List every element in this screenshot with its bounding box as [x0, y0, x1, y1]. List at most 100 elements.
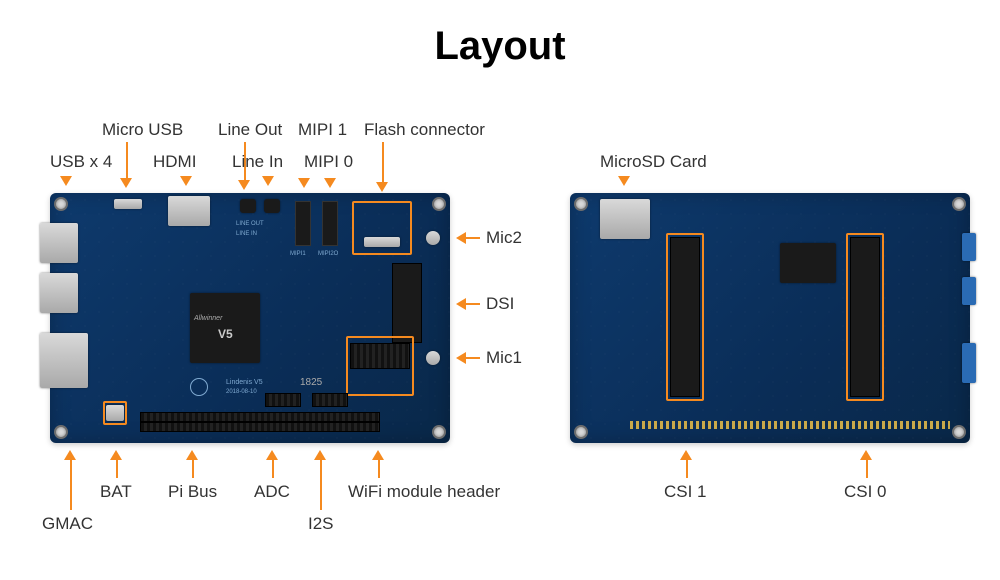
label-line-in: Line In — [232, 152, 283, 172]
mipi0-slot — [322, 201, 338, 246]
page-title: Layout — [0, 24, 1000, 69]
leader — [320, 460, 322, 510]
label-hdmi: HDMI — [153, 152, 196, 172]
label-mipi1: MIPI 1 — [298, 120, 347, 140]
label-line-out: Line Out — [218, 120, 282, 140]
micro-usb-port — [114, 199, 142, 209]
audio-jack-lineout — [240, 199, 256, 213]
label-gmac: GMAC — [42, 514, 93, 534]
leader — [378, 460, 380, 478]
label-micro-usb: Micro USB — [102, 120, 183, 140]
arrow-icon — [120, 178, 132, 188]
gpio-solder-row — [630, 421, 950, 429]
arrow-icon — [456, 352, 466, 364]
dsi-connector — [392, 263, 422, 343]
leader — [272, 460, 274, 478]
mount-hole — [432, 425, 446, 439]
arrow-icon — [60, 176, 72, 186]
csi0-outline — [846, 233, 884, 401]
label-dsi: DSI — [486, 294, 514, 314]
arrow-icon — [298, 178, 310, 188]
leader — [116, 460, 118, 478]
pi-bus-gpio — [140, 412, 380, 422]
arrow-icon — [238, 180, 250, 190]
soc-brand: Allwinner — [194, 315, 222, 322]
silk-linein: LINE IN — [236, 231, 257, 237]
bat-outline — [103, 401, 127, 425]
wifi-header-outline — [346, 336, 414, 396]
label-csi0: CSI 0 — [844, 482, 887, 502]
label-flash-connector: Flash connector — [364, 120, 485, 140]
arrow-icon — [314, 450, 326, 460]
audio-jack-linein — [264, 199, 280, 213]
label-bat: BAT — [100, 482, 132, 502]
label-i2s: I2S — [308, 514, 334, 534]
label-csi1: CSI 1 — [664, 482, 707, 502]
arrow-icon — [180, 176, 192, 186]
hdmi-port — [168, 196, 210, 226]
mic1 — [426, 351, 440, 365]
edge-conn — [962, 277, 976, 305]
mount-hole — [54, 197, 68, 211]
arrow-icon — [64, 450, 76, 460]
label-usb-x4: USB x 4 — [50, 152, 112, 172]
leader — [70, 460, 72, 510]
leader — [192, 460, 194, 478]
arrow-icon — [376, 182, 388, 192]
arrow-icon — [110, 450, 122, 460]
leader — [466, 357, 480, 359]
silk-mipi0: MIPI2O — [318, 251, 338, 257]
edge-conn — [962, 343, 976, 383]
silk-date: 2018-08-10 — [226, 389, 257, 395]
arrow-icon — [266, 450, 278, 460]
silk-lineout: LINE OUT — [236, 221, 264, 227]
leader — [126, 142, 128, 180]
pcb-front: Allwinner V5 LINE OUT LINE IN MIPI1 MIPI… — [50, 193, 450, 443]
silk-mipi1: MIPI1 — [290, 251, 306, 257]
silk-rev: 1825 — [300, 377, 322, 388]
mount-hole — [574, 425, 588, 439]
leader — [466, 303, 480, 305]
arrow-icon — [456, 232, 466, 244]
memory-chip — [780, 243, 836, 283]
label-mic1: Mic1 — [486, 348, 522, 368]
label-mic2: Mic2 — [486, 228, 522, 248]
usb-stack — [40, 223, 78, 263]
label-adc: ADC — [254, 482, 290, 502]
edge-conn — [962, 233, 976, 261]
arrow-icon — [618, 176, 630, 186]
silk-maker: Lindenis V5 — [226, 379, 263, 386]
arrow-icon — [372, 450, 384, 460]
arrow-icon — [860, 450, 872, 460]
label-pi-bus: Pi Bus — [168, 482, 217, 502]
usb-stack — [40, 273, 78, 313]
mount-hole — [952, 425, 966, 439]
label-mipi0: MIPI 0 — [304, 152, 353, 172]
leader — [466, 237, 480, 239]
pcb-back — [570, 193, 970, 443]
mount-hole — [574, 197, 588, 211]
arrow-icon — [456, 298, 466, 310]
ethernet-gmac — [40, 333, 88, 388]
label-microsd: MicroSD Card — [600, 152, 707, 172]
pi-bus-gpio — [140, 422, 380, 432]
mount-hole — [432, 197, 446, 211]
microsd-slot — [600, 199, 650, 239]
arrow-icon — [186, 450, 198, 460]
label-wifi-header: WiFi module header — [348, 482, 500, 502]
mount-hole — [54, 425, 68, 439]
leader — [382, 142, 384, 184]
adc-header — [265, 393, 301, 407]
arrow-icon — [680, 450, 692, 460]
leader — [686, 460, 688, 478]
mount-hole — [952, 197, 966, 211]
i2s-header — [312, 393, 348, 407]
logo-circle — [190, 378, 208, 396]
flash-connector — [364, 237, 400, 247]
mipi1-slot — [295, 201, 311, 246]
soc-model: V5 — [218, 327, 233, 341]
arrow-icon — [262, 176, 274, 186]
csi1-outline — [666, 233, 704, 401]
leader — [866, 460, 868, 478]
mic2 — [426, 231, 440, 245]
